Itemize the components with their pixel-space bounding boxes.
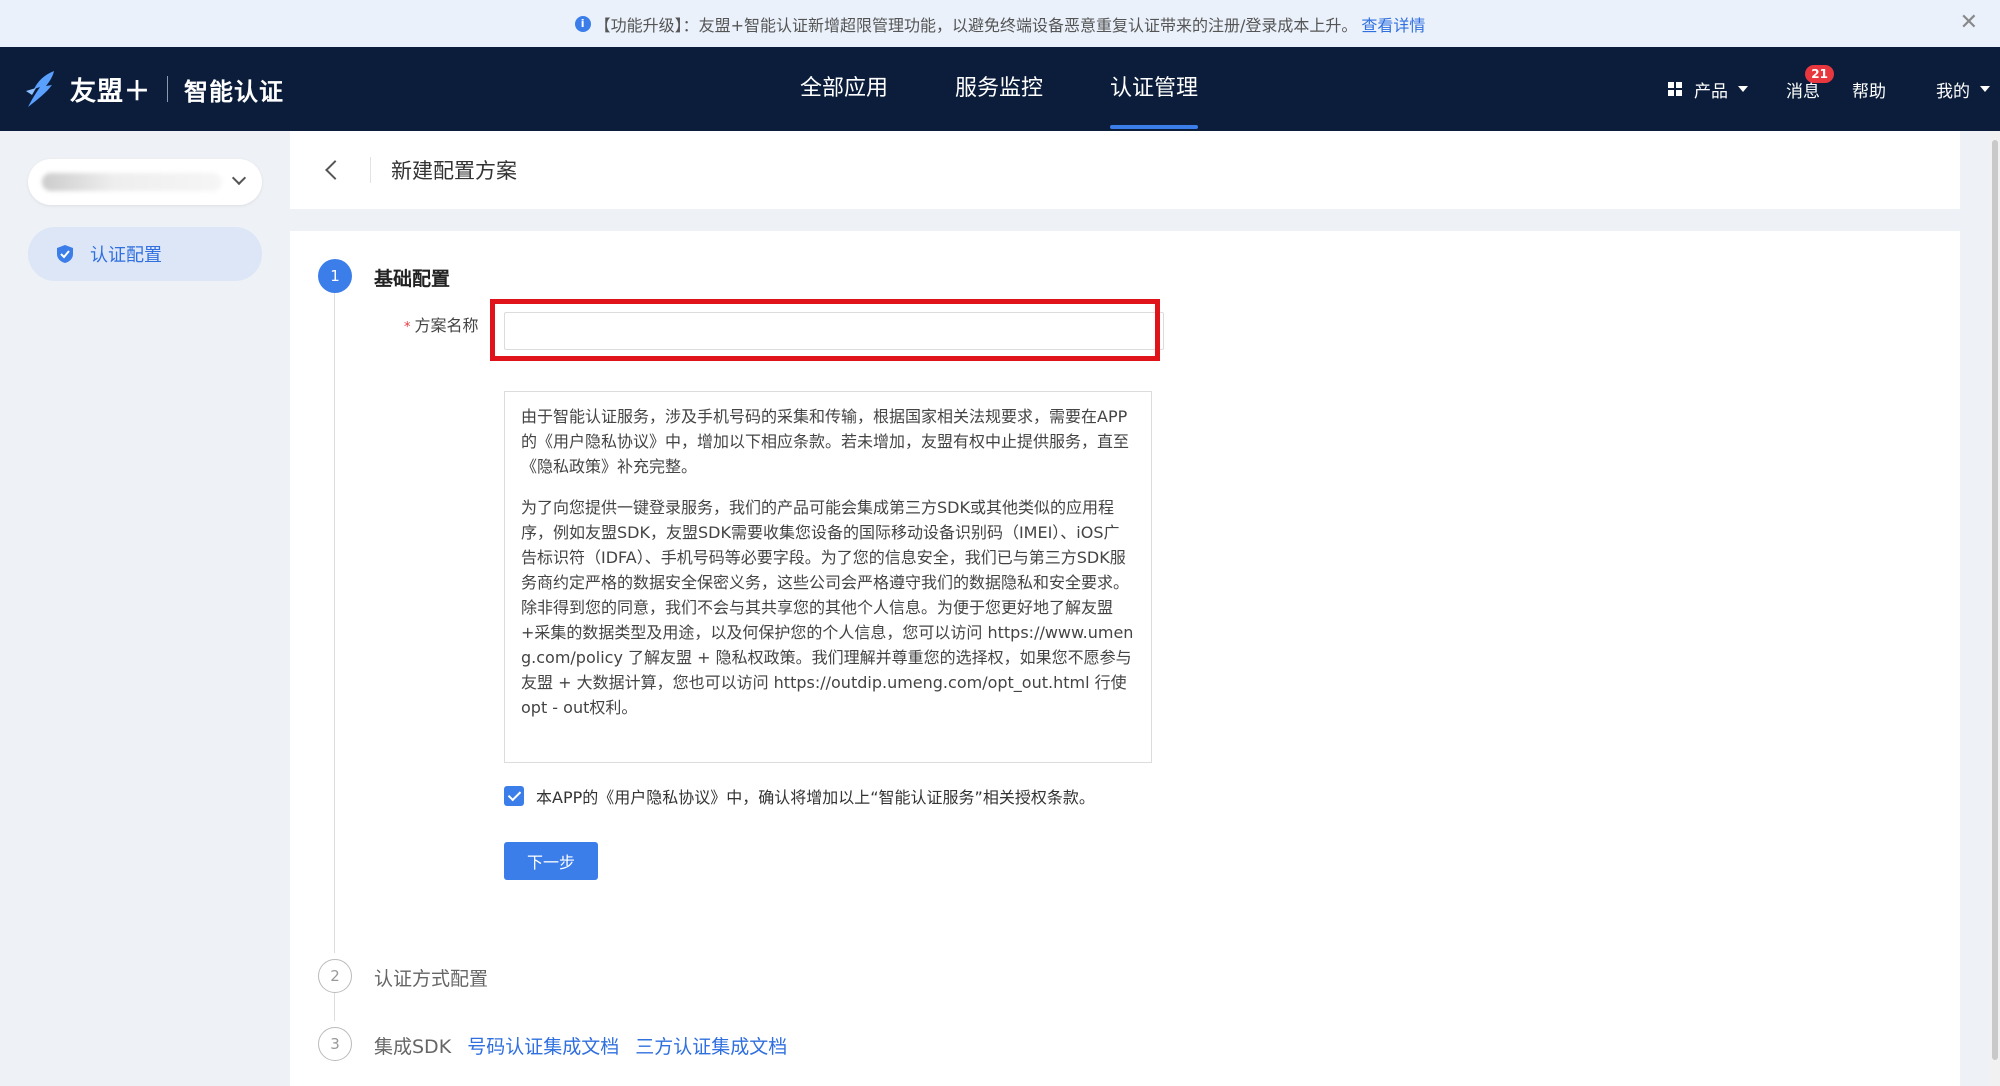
help-label: 帮助	[1852, 81, 1886, 102]
my-account-menu[interactable]: 我的	[1936, 47, 1990, 131]
scheme-name-input[interactable]	[504, 312, 1164, 350]
help-link[interactable]: 帮助	[1852, 47, 1886, 131]
step-1-title: 基础配置	[374, 268, 451, 290]
step-connector-line	[334, 993, 335, 1021]
required-mark: *	[404, 320, 411, 335]
nav-tabs: 全部应用 服务监控 认证管理	[800, 47, 1265, 131]
caret-down-icon	[1980, 86, 1990, 92]
brand-divider	[167, 76, 169, 102]
grid-icon	[1668, 82, 1682, 96]
page-title: 新建配置方案	[391, 159, 517, 183]
my-account-label: 我的	[1936, 81, 1970, 102]
step-3-row: 集成SDK 号码认证集成文档 三方认证集成文档	[374, 1032, 787, 1059]
brand-logo[interactable]: 友盟＋ 智能认证	[24, 67, 284, 111]
tab-auth-management[interactable]: 认证管理	[1110, 47, 1199, 131]
messages-count-badge: 21	[1805, 65, 1834, 83]
scheme-name-label: * 方案名称	[404, 312, 479, 336]
agreement-paragraph: 由于智能认证服务，涉及手机号码的采集和传输，根据国家相关法规要求，需要在APP的…	[521, 407, 1130, 476]
product-menu[interactable]: 产品	[1668, 47, 1748, 131]
messages-button[interactable]: 消息 21	[1786, 47, 1834, 131]
step-1-indicator: 1	[318, 259, 352, 293]
brand-product: 智能认证	[184, 77, 285, 106]
top-navigation: 友盟＋ 智能认证 全部应用 服务监控 认证管理 产品 消息 21 帮助 我的	[0, 47, 2000, 131]
confirm-agreement-row: 本APP的《用户隐私协议》中，确认将增加以上“智能认证服务”相关授权条款。	[504, 784, 1095, 808]
agreement-paragraph: 为了向您提供一键登录服务，我们的产品可能会集成第三方SDK或其他类似的应用程序，…	[521, 498, 1134, 717]
header-divider	[370, 157, 371, 183]
page-scrollbar-thumb[interactable]	[1992, 140, 1998, 1060]
next-step-button[interactable]: 下一步	[504, 842, 598, 880]
product-menu-label: 产品	[1694, 81, 1728, 102]
page-header: 新建配置方案	[290, 131, 1960, 209]
back-arrow-icon[interactable]	[325, 160, 345, 180]
info-icon: i	[574, 15, 591, 32]
app-selector-value-redacted	[42, 173, 222, 191]
privacy-agreement-text[interactable]: 由于智能认证服务，涉及手机号码的采集和传输，根据国家相关法规要求，需要在APP的…	[504, 391, 1152, 763]
app-selector[interactable]	[28, 159, 262, 205]
step-3-indicator: 3	[318, 1027, 352, 1061]
announcement-bar: i 【功能升级】：友盟+智能认证新增超限管理功能，以避免终端设备恶意重复认证带来…	[0, 0, 2000, 47]
step-3-title: 集成SDK	[374, 1036, 452, 1058]
confirm-agreement-checkbox[interactable]	[504, 786, 524, 806]
tab-service-monitoring[interactable]: 服务监控	[955, 47, 1043, 131]
brand-name: 友盟＋	[70, 76, 152, 107]
third-party-auth-doc-link[interactable]: 三方认证集成文档	[635, 1036, 787, 1058]
step-2-indicator: 2	[318, 959, 352, 993]
tab-all-apps[interactable]: 全部应用	[800, 47, 888, 131]
chevron-down-icon	[231, 170, 247, 186]
close-icon[interactable]: ✕	[1960, 10, 1978, 35]
announcement-text: 【功能升级】：友盟+智能认证新增超限管理功能，以避免终端设备恶意重复认证带来的注…	[594, 15, 1358, 35]
umeng-logo-icon	[26, 71, 54, 107]
sidebar-item-label: 认证配置	[90, 245, 162, 266]
sidebar: 认证配置	[0, 131, 290, 1086]
scheme-name-label-text: 方案名称	[414, 316, 479, 335]
announcement-details-link[interactable]: 查看详情	[1361, 12, 1425, 36]
step-connector-line	[334, 293, 335, 953]
caret-down-icon	[1738, 86, 1748, 92]
confirm-agreement-text: 本APP的《用户隐私协议》中，确认将增加以上“智能认证服务”相关授权条款。	[536, 788, 1095, 807]
shield-icon	[57, 245, 73, 263]
step-2-title: 认证方式配置	[374, 968, 489, 990]
config-form-card: 1 基础配置 * 方案名称 由于智能认证服务，涉及手机号码的采集和传输，根据国家相…	[290, 231, 1960, 1086]
phone-auth-doc-link[interactable]: 号码认证集成文档	[467, 1036, 619, 1058]
sidebar-item-auth-config[interactable]: 认证配置	[28, 227, 262, 281]
